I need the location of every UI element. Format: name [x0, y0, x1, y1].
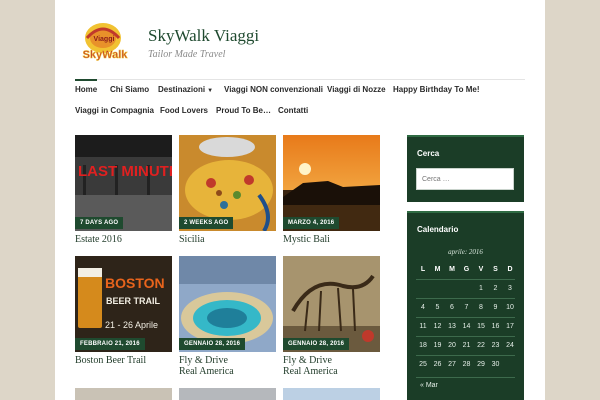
search-input[interactable] [416, 168, 514, 190]
calendar-day: 3 [508, 285, 512, 292]
post-date-badge[interactable]: 2 WEEKS AGO [179, 217, 234, 229]
post-title-line-2: Real America [283, 366, 338, 377]
calendar-row-divider [416, 298, 515, 299]
calendar-day: 10 [506, 304, 514, 311]
post-thumbnail-partial[interactable] [75, 388, 172, 400]
post-date-badge[interactable]: 7 DAYS AGO [75, 217, 124, 229]
post-thumbnail-fly-drive-1[interactable]: GENNAIO 28, 2016 [179, 256, 276, 352]
calendar-row-divider [416, 355, 515, 356]
nav-home[interactable]: Home [75, 85, 97, 94]
calendar-day: 17 [506, 323, 514, 330]
post-thumbnail-partial[interactable] [283, 388, 380, 400]
logo-text-top: Viaggi [94, 36, 115, 43]
page-container: Viaggi SkyWalk SkyWalk Viaggi Tailor Mad… [55, 0, 545, 400]
calendar-row-divider [416, 279, 515, 280]
calendar-day: 24 [506, 342, 514, 349]
site-title[interactable]: SkyWalk Viaggi [148, 26, 259, 46]
post-thumbnail-fly-drive-2[interactable]: GENNAIO 28, 2016 [283, 256, 380, 352]
site-tagline: Tailor Made Travel [148, 49, 226, 60]
nav-contatti[interactable]: Contatti [278, 106, 308, 115]
post-title-line-1: Fly & Drive [283, 355, 332, 366]
post-title-boston-beer-trail[interactable]: Boston Beer Trail [75, 355, 146, 366]
nav-destinazioni-label: Destinazioni [158, 85, 206, 94]
boston-image-text: BOSTON [105, 275, 165, 291]
post-date-badge[interactable]: GENNAIO 28, 2016 [283, 338, 350, 350]
beer-trail-image-text: BEER TRAIL [106, 296, 161, 306]
post-date-badge[interactable]: MARZO 4, 2016 [283, 217, 340, 229]
post-title-line-1: Fly & Drive [179, 355, 228, 366]
calendar-divider [416, 377, 515, 378]
post-title-estate-2016[interactable]: Estate 2016 [75, 234, 122, 245]
site-logo[interactable]: Viaggi SkyWalk [75, 18, 135, 68]
nav-happy-birthday[interactable]: Happy Birthday To Me! [393, 85, 480, 94]
post-title-mystic-bali[interactable]: Mystic Bali [283, 234, 330, 245]
nav-destinazioni[interactable]: Destinazioni ▼ [158, 85, 213, 94]
nav-food-lovers[interactable]: Food Lovers [160, 106, 208, 115]
nav-proud-to-be[interactable]: Proud To Be… [216, 106, 271, 115]
nav-active-indicator [75, 79, 97, 81]
post-thumbnail-partial[interactable] [179, 388, 276, 400]
calendar-prev-month-link[interactable]: « Mar [420, 382, 438, 389]
calendar-weekday-header: D [507, 266, 513, 273]
post-thumbnail-boston-beer-trail[interactable]: BOSTON BEER TRAIL 21 - 26 Aprile FEBBRAI… [75, 256, 172, 352]
chevron-down-icon: ▼ [207, 88, 214, 94]
nav-viaggi-non-convenzionali[interactable]: Viaggi NON convenzionali [224, 85, 323, 94]
post-title-line-2: Real America [179, 366, 234, 377]
nav-divider [75, 79, 525, 80]
calendar-widget: Calendario aprile: 2016 LMMGVSD123456789… [407, 211, 524, 400]
post-thumbnail-estate-2016[interactable]: LAST MINUTE NO MORE 7 DAYS AGO [75, 135, 172, 231]
nav-viaggi-in-compagnia[interactable]: Viaggi in Compagnia [75, 106, 154, 115]
calendar-day: 30 [491, 361, 500, 368]
nav-chi-siamo[interactable]: Chi Siamo [110, 85, 149, 94]
post-title-fly-drive-2[interactable]: Fly & Drive Real America [283, 355, 338, 377]
post-thumbnail-mystic-bali[interactable]: MARZO 4, 2016 [283, 135, 380, 231]
boston-dates-image-text: 21 - 26 Aprile [105, 320, 158, 330]
post-thumbnail-sicilia[interactable]: 2 WEEKS AGO [179, 135, 276, 231]
search-widget-title: Cerca [417, 149, 440, 158]
post-title-sicilia[interactable]: Sicilia [179, 234, 205, 245]
calendar-caption: aprile: 2016 [448, 248, 483, 256]
post-date-badge[interactable]: GENNAIO 28, 2016 [179, 338, 246, 350]
nav-viaggi-di-nozze[interactable]: Viaggi di Nozze [327, 85, 386, 94]
search-widget: Cerca [407, 135, 524, 202]
logo-text-bottom: SkyWalk [83, 49, 129, 61]
estate-image-text: LAST MINUTE NO MORE [78, 163, 172, 180]
post-date-badge[interactable]: FEBBRAIO 21, 2016 [75, 338, 145, 350]
post-title-fly-drive-1[interactable]: Fly & Drive Real America [179, 355, 234, 377]
calendar-row-divider [416, 336, 515, 337]
calendar-row-divider [416, 317, 515, 318]
calendar-widget-title: Calendario [417, 225, 459, 234]
